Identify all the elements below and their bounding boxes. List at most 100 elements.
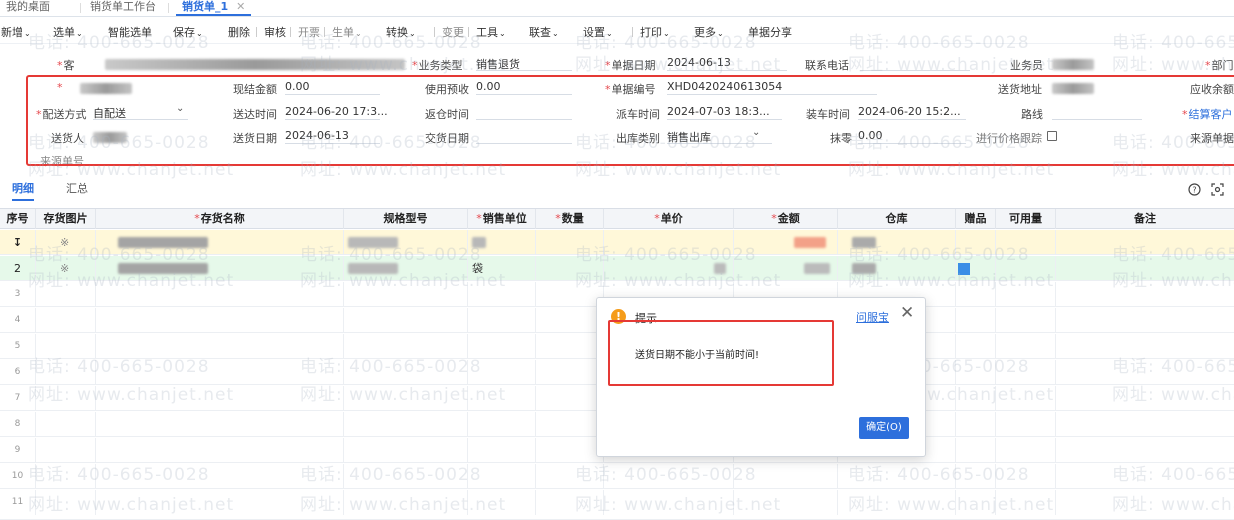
tab-sales-workbench[interactable]: 销货单工作台 (84, 0, 162, 16)
save-button[interactable]: 保存⌄ (173, 24, 203, 40)
row-number: 11 (0, 490, 36, 515)
col-warehouse[interactable]: 仓库 (838, 209, 956, 229)
toolbar-divider (468, 27, 469, 37)
settings-button[interactable]: 设置⌄ (583, 24, 613, 40)
col-spec[interactable]: 规格型号 (344, 209, 468, 229)
salesperson-field[interactable] (1052, 59, 1094, 70)
tab-summary[interactable]: 汇总 (66, 180, 88, 196)
audit-button[interactable]: 审核 (264, 24, 286, 40)
item-name-cell[interactable] (96, 230, 344, 255)
svg-text:?: ? (1192, 186, 1196, 195)
doc-date-field[interactable]: 2024-06-13 (667, 56, 787, 71)
row-number: 9 (0, 438, 36, 463)
toolbar-divider (434, 27, 435, 37)
grid-header: 序号 存货图片 *存货名称 规格型号 *销售单位 *数量 *单价 *金额 仓库 … (0, 208, 1234, 229)
col-unit[interactable]: *销售单位 (468, 209, 536, 229)
smart-select-label: 智能选单 (108, 26, 152, 39)
unit-cell[interactable] (468, 230, 536, 255)
invoice-button[interactable]: 开票 (298, 24, 320, 40)
delete-button[interactable]: 删除 (228, 24, 250, 40)
convert-button[interactable]: 转换⌄ (386, 24, 416, 40)
amount-cell[interactable] (734, 256, 838, 281)
col-remark[interactable]: 备注 (1056, 209, 1234, 229)
available-cell (996, 230, 1056, 255)
doc-date-label: *单据日期 (605, 59, 656, 72)
business-type-field[interactable]: 销售退货 (476, 56, 572, 71)
remark-cell[interactable] (1056, 256, 1234, 281)
invoice-label: 开票 (298, 26, 320, 39)
smart-select-button[interactable]: 智能选单 (108, 24, 152, 40)
row-number: 3 (0, 282, 36, 307)
amount-cell[interactable] (734, 230, 838, 255)
chevron-down-icon: ⌄ (76, 29, 83, 38)
row-number: 8 (0, 412, 36, 437)
more-label: 更多 (694, 26, 716, 39)
chevron-down-icon: ⌄ (196, 29, 203, 38)
select-doc-button[interactable]: 选单⌄ (53, 24, 83, 40)
row-number: 4 (0, 308, 36, 333)
remark-cell[interactable] (1056, 230, 1234, 255)
col-qty[interactable]: *数量 (536, 209, 604, 229)
col-available[interactable]: 可用量 (996, 209, 1056, 229)
help-link[interactable]: 问服宝 (856, 309, 889, 325)
print-button[interactable]: 打印⌄ (640, 24, 670, 40)
tab-detail[interactable]: 明细 (12, 180, 34, 201)
tab-sales-order-label: 销货单_1 (182, 0, 229, 13)
contact-phone-field[interactable] (860, 56, 970, 71)
tab-divider (80, 3, 81, 13)
new-button[interactable]: 新增⌄ (1, 24, 31, 40)
qty-cell[interactable] (536, 256, 604, 281)
price-cell[interactable] (604, 256, 734, 281)
share-doc-button[interactable]: 单据分享 (748, 24, 792, 40)
query-button[interactable]: 联查⌄ (529, 24, 559, 40)
col-price[interactable]: *单价 (604, 209, 734, 229)
col-amount[interactable]: *金额 (734, 209, 838, 229)
col-item-name[interactable]: *存货名称 (96, 209, 344, 229)
ok-button[interactable]: 确定(O) (859, 417, 909, 439)
more-button[interactable]: 更多⌄ (694, 24, 724, 40)
table-row[interactable]: ↧ ※ (0, 230, 1234, 255)
table-row[interactable]: 11 (0, 490, 1234, 520)
tab-sales-order[interactable]: 销货单_1 ✕ (176, 0, 252, 16)
gift-cell[interactable] (956, 256, 996, 281)
customer-field[interactable] (105, 59, 405, 70)
column-settings-icon[interactable] (1210, 183, 1224, 197)
row-action-icon[interactable]: ↧ (0, 230, 36, 255)
detail-tabs: 明细 汇总 ? (0, 178, 1234, 201)
tools-button[interactable]: 工具⌄ (476, 24, 506, 40)
tab-desktop-label: 我的桌面 (6, 0, 50, 13)
chevron-down-icon: ⌄ (717, 29, 724, 38)
gift-cell[interactable] (956, 230, 996, 255)
close-icon[interactable]: ✕ (900, 305, 914, 322)
chevron-down-icon: ⌄ (552, 29, 559, 38)
qty-cell[interactable] (536, 230, 604, 255)
item-name-cell[interactable] (96, 256, 344, 281)
warehouse-cell[interactable] (838, 256, 956, 281)
settings-label: 设置 (583, 26, 605, 39)
tab-desktop[interactable]: 我的桌面 (0, 0, 56, 16)
col-seq[interactable]: 序号 (0, 209, 36, 229)
close-icon[interactable]: ✕ (236, 0, 245, 13)
available-cell (996, 256, 1056, 281)
print-label: 打印 (640, 26, 662, 39)
table-row[interactable]: 10 (0, 464, 1234, 489)
toolbar-divider (324, 27, 325, 37)
gift-checkbox[interactable] (958, 263, 970, 275)
change-button[interactable]: 变更 (442, 24, 464, 40)
warehouse-cell[interactable] (838, 230, 956, 255)
salesperson-label: 业务员 (1010, 59, 1043, 72)
table-row[interactable]: 2 ※ 袋 (0, 256, 1234, 281)
department-label: *部门 (1205, 59, 1234, 72)
toolbar-divider (290, 27, 291, 37)
spec-cell[interactable] (344, 230, 468, 255)
help-icon[interactable]: ? (1187, 183, 1201, 197)
generate-button[interactable]: 生单⌄ (332, 24, 362, 40)
unit-cell[interactable]: 袋 (468, 256, 536, 281)
price-cell[interactable] (604, 230, 734, 255)
alert-dialog: ! 提示 问服宝 ✕ 送货日期不能小于当前时间! 确定(O) (596, 297, 926, 457)
col-picture[interactable]: 存货图片 (36, 209, 96, 229)
picture-placeholder-icon: ※ (36, 256, 96, 281)
chevron-down-icon: ⌄ (24, 29, 31, 38)
spec-cell[interactable] (344, 256, 468, 281)
col-gift[interactable]: 赠品 (956, 209, 996, 229)
